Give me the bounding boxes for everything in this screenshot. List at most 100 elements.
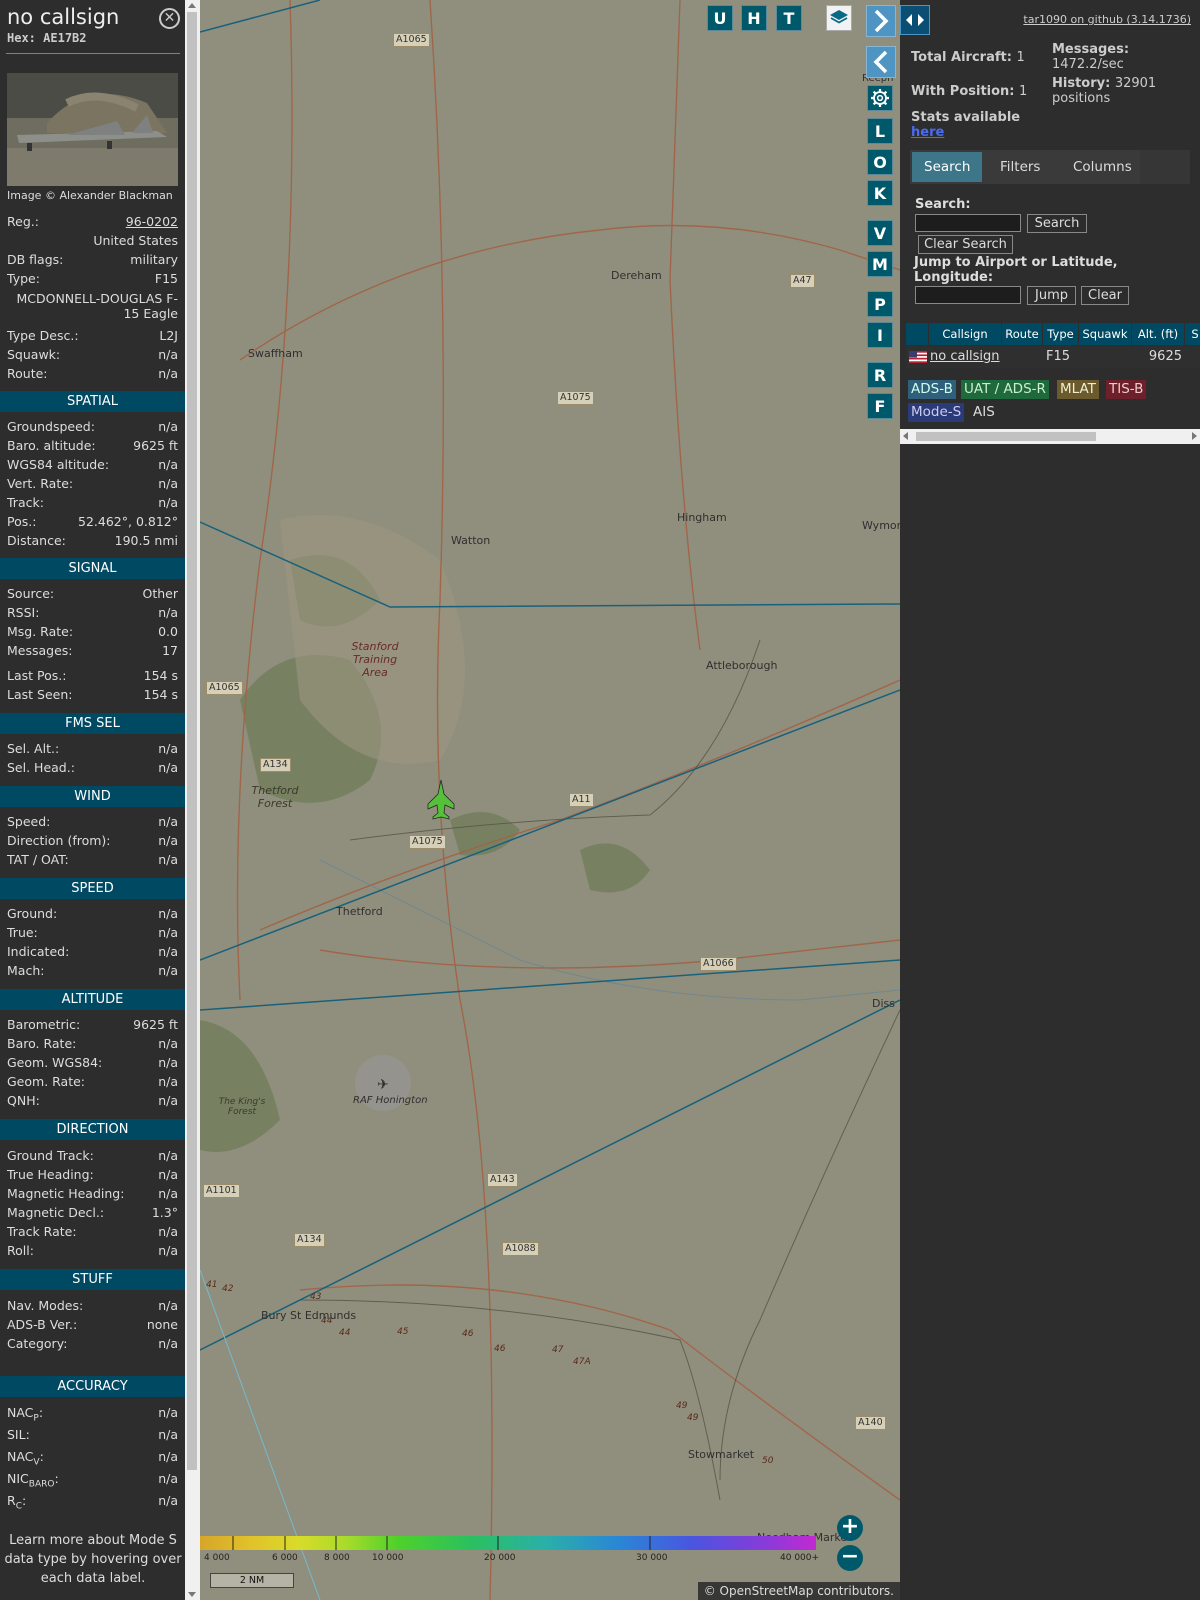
jump-button[interactable]: Jump	[1027, 286, 1076, 305]
table-header-squawk[interactable]: Squawk	[1079, 323, 1131, 345]
gear-icon	[871, 89, 889, 107]
road-label: A143	[487, 1173, 518, 1187]
close-icon[interactable]: ✕	[159, 8, 180, 29]
distance-row: Distance: 190.5 nmi	[7, 533, 178, 548]
scroll-down-arrow-icon[interactable]	[188, 1592, 196, 1597]
scrollbar-thumb[interactable]	[916, 432, 1096, 441]
table-header-speed[interactable]: S	[1185, 323, 1200, 345]
search-input[interactable]	[915, 214, 1021, 232]
expand-sidebar-button[interactable]	[866, 5, 896, 37]
legend-tick: 10 000	[372, 1553, 404, 1563]
total-aircraft: Total Aircraft: 1	[911, 50, 1025, 65]
photo-credit: Image © Alexander Blackman	[7, 189, 173, 202]
map-button-p[interactable]: P	[867, 291, 893, 317]
table-header-flag[interactable]	[906, 323, 928, 345]
map-button-l[interactable]: L	[867, 118, 893, 144]
table-header-callsign[interactable]: Callsign	[929, 323, 1001, 345]
jump-input[interactable]	[915, 286, 1021, 304]
scroll-up-arrow-icon[interactable]	[188, 3, 196, 8]
place-raf-honington: RAF Honington	[353, 1095, 428, 1106]
road-label: A1065	[206, 681, 243, 695]
reg-link[interactable]: 96-0202	[126, 214, 178, 229]
track-rate-row: Track Rate: n/a	[7, 1224, 178, 1239]
sidebar: tar1090 on github (3.14.1736) Total Airc…	[900, 0, 1200, 1600]
country-row: United States	[93, 233, 178, 248]
place-thetford: Thetford	[336, 905, 383, 918]
scroll-right-arrow-icon[interactable]	[1192, 432, 1197, 440]
last-pos-row: Last Pos.: 154 s	[7, 668, 178, 683]
route-row: Route: n/a	[7, 366, 178, 381]
map-button-o[interactable]: O	[867, 149, 893, 175]
layers-button[interactable]	[826, 5, 852, 31]
table-header-route[interactable]: Route	[1002, 323, 1042, 345]
tab-filters[interactable]: Filters	[988, 152, 1052, 182]
map-button-h[interactable]: H	[741, 5, 767, 31]
map-button-r[interactable]: R	[867, 362, 893, 388]
sel-head-row: Sel. Head.: n/a	[7, 760, 178, 775]
tab-search[interactable]: Search	[912, 152, 983, 182]
legend-tick: 20 000	[484, 1553, 516, 1563]
road-label: A140	[855, 1416, 886, 1430]
sidebar-tabs: Search Filters Columns	[910, 150, 1190, 184]
rssi-row: RSSI: n/a	[7, 605, 178, 620]
mach-row: Mach: n/a	[7, 963, 178, 978]
place-dereham: Dereham	[611, 269, 662, 282]
junction-label: 46	[462, 1329, 474, 1339]
map-button-t[interactable]: T	[776, 5, 802, 31]
junction-label: 49	[676, 1401, 688, 1411]
scrollbar-thumb[interactable]	[187, 12, 197, 1470]
table-header-type[interactable]: Type	[1043, 323, 1078, 345]
road-label: A1075	[557, 391, 594, 405]
rc-row: RC: n/a	[7, 1493, 178, 1512]
clear-search-button[interactable]: Clear Search	[918, 235, 1013, 254]
map-button-v[interactable]: V	[867, 220, 893, 246]
source-modes: Mode-S	[908, 403, 965, 422]
scroll-left-arrow-icon[interactable]	[903, 432, 908, 440]
place-diss: Diss	[872, 997, 895, 1010]
map-button-u[interactable]: U	[707, 5, 733, 31]
road-label: A1088	[502, 1242, 539, 1256]
map-button-m[interactable]: M	[867, 251, 893, 277]
junction-label: 43	[310, 1292, 322, 1302]
section-stuff: STUFF	[0, 1269, 185, 1290]
barometric-row: Barometric: 9625 ft	[7, 1017, 178, 1032]
aircraft-photo[interactable]	[7, 73, 178, 186]
row-altitude: 9625	[1148, 349, 1182, 364]
source-ais: AIS	[973, 404, 995, 420]
messages-rate: Messages: 1472.2/sec	[1052, 42, 1130, 72]
place-hingham: Hingham	[677, 511, 727, 524]
table-header-altitude[interactable]: Alt. (ft)	[1132, 323, 1184, 345]
zoom-in-button[interactable]: +	[837, 1515, 863, 1541]
clear-jump-button[interactable]: Clear	[1081, 286, 1129, 305]
map-button-k[interactable]: K	[867, 180, 893, 206]
wind-direction-row: Direction (from): n/a	[7, 833, 178, 848]
map-button-i[interactable]: I	[867, 322, 893, 348]
row-callsign-link[interactable]: no callsign	[930, 347, 1000, 367]
github-link[interactable]: tar1090 on github (3.14.1736)	[1023, 13, 1191, 26]
true-heading-row: True Heading: n/a	[7, 1167, 178, 1182]
with-position: With Position: 1	[911, 84, 1028, 99]
info-scrollbar[interactable]	[185, 0, 200, 1600]
map-view[interactable]: ✈ Dereham Swaffham Watton Hingham Wymon …	[200, 0, 900, 1600]
legend-tick: 6 000	[272, 1553, 298, 1563]
search-label: Search:	[915, 197, 971, 212]
tab-columns[interactable]: Columns	[1061, 152, 1144, 182]
type-row: Type: F15	[7, 271, 178, 286]
legend-tick: 8 000	[324, 1553, 350, 1563]
legend-tick: 40 000+	[780, 1553, 820, 1563]
map-button-f[interactable]: F	[867, 393, 893, 419]
ground-track-row: Ground Track: n/a	[7, 1148, 178, 1163]
search-button[interactable]: Search	[1027, 214, 1087, 233]
table-horizontal-scrollbar[interactable]	[900, 429, 1200, 444]
section-spatial: SPATIAL	[0, 391, 185, 412]
osm-link[interactable]: OpenStreetMap	[720, 1584, 814, 1598]
toggle-sidebar-button[interactable]	[900, 5, 930, 35]
legend-tick: 30 000	[636, 1553, 668, 1563]
stats-link[interactable]: here	[911, 125, 944, 140]
chevron-right-icon	[874, 9, 889, 33]
place-watton: Watton	[451, 534, 491, 547]
settings-button[interactable]	[867, 85, 893, 111]
junction-label: 44	[339, 1328, 351, 1338]
zoom-out-button[interactable]: −	[837, 1545, 863, 1571]
collapse-sidebar-button[interactable]	[866, 46, 896, 78]
